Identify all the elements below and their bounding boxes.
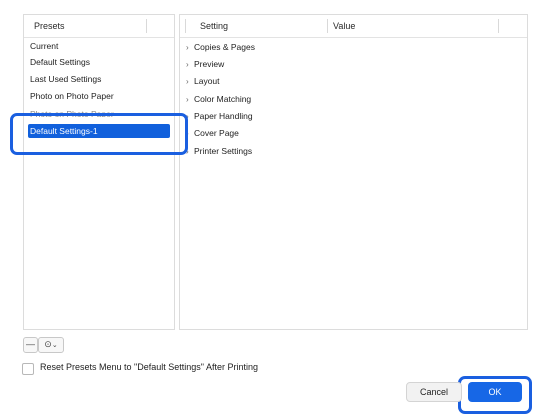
setting-row-printer-settings[interactable]: › Printer Settings [186, 144, 252, 158]
setting-row-layout[interactable]: › Layout [186, 74, 220, 88]
preset-item-last-used[interactable]: Last Used Settings [28, 72, 170, 86]
setting-row-label: Layout [194, 76, 220, 86]
chevron-right-icon: › [186, 60, 189, 69]
remove-preset-button[interactable]: — [23, 337, 38, 353]
preset-item-current[interactable]: Current [28, 39, 170, 53]
reset-presets-checkbox[interactable] [22, 363, 34, 375]
presets-header-label: Presets [34, 21, 65, 31]
chevron-right-icon: › [186, 129, 189, 138]
setting-row-label: Paper Handling [194, 111, 253, 121]
preset-item-default-settings-1[interactable]: Default Settings-1 [28, 124, 170, 138]
setting-column-header: Setting [200, 21, 229, 31]
column-divider [498, 19, 499, 33]
preset-item-photo-paper[interactable]: Photo on Photo Paper [28, 89, 170, 103]
chevron-right-icon: › [186, 43, 189, 52]
chevron-right-icon: › [186, 95, 189, 104]
presets-header: Presets [24, 15, 174, 38]
settings-header: Setting Value [180, 15, 527, 38]
setting-row-color-matching[interactable]: › Color Matching [186, 92, 251, 106]
setting-row-label: Copies & Pages [194, 42, 255, 52]
cancel-button[interactable]: Cancel [406, 382, 462, 402]
settings-table: Setting Value › Copies & Pages › Preview ›… [179, 14, 528, 330]
preset-item-partially-hidden[interactable]: Photo on Photo Paper [28, 108, 170, 117]
column-divider [185, 19, 186, 33]
chevron-down-icon: ⌄ [51, 342, 58, 349]
action-icon: ⊙ [44, 339, 52, 349]
reset-presets-label: Reset Presets Menu to "Default Settings"… [40, 362, 258, 372]
setting-row-label: Printer Settings [194, 146, 253, 156]
chevron-right-icon: › [186, 147, 189, 156]
setting-row-label: Color Matching [194, 94, 252, 104]
setting-row-label: Cover Page [194, 128, 239, 138]
setting-row-paper-handling[interactable]: › Paper Handling [186, 109, 253, 123]
column-divider [327, 19, 328, 33]
preset-item-default-settings[interactable]: Default Settings [28, 55, 170, 69]
setting-row-cover-page[interactable]: › Cover Page [186, 126, 239, 140]
chevron-right-icon: › [186, 77, 189, 86]
column-divider [146, 19, 147, 33]
preset-actions-menu[interactable]: ⊙⌄ [38, 337, 64, 353]
value-column-header: Value [333, 21, 356, 31]
ok-button[interactable]: OK [468, 382, 522, 402]
presets-list[interactable]: Presets Current Default Settings Last Us… [23, 14, 175, 330]
setting-row-label: Preview [194, 59, 225, 69]
chevron-right-icon: › [186, 112, 189, 121]
setting-row-copies-pages[interactable]: › Copies & Pages [186, 40, 255, 54]
setting-row-preview[interactable]: › Preview [186, 57, 224, 71]
